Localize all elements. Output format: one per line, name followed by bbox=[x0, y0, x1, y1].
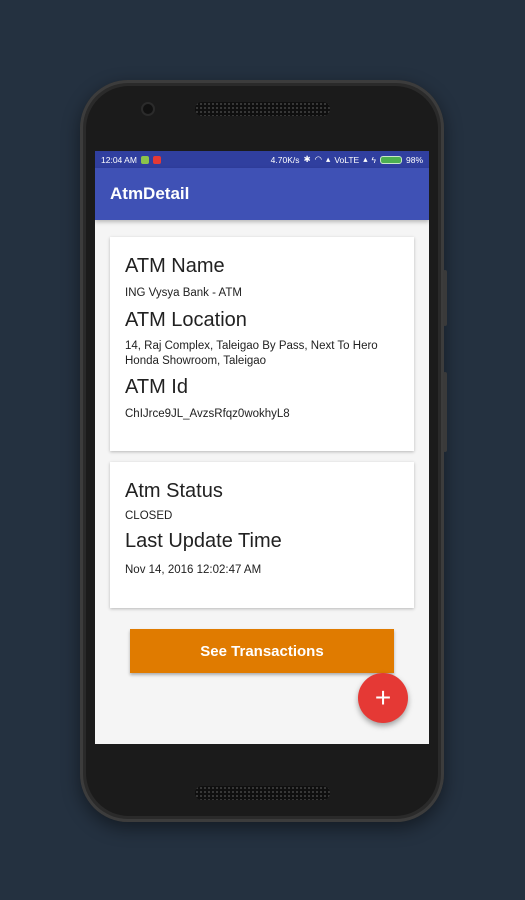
atm-status-value: CLOSED bbox=[125, 510, 173, 522]
earpiece-speaker bbox=[195, 102, 330, 116]
atm-name-heading: ATM Name bbox=[125, 255, 225, 277]
status-battery: 98% bbox=[405, 154, 423, 165]
power-button bbox=[443, 270, 447, 326]
charging-icon: ϟ bbox=[371, 154, 376, 165]
atm-location-heading: ATM Location bbox=[125, 309, 247, 331]
signal-2-icon: ▴ bbox=[363, 154, 368, 164]
app-title: AtmDetail bbox=[110, 184, 190, 203]
wifi-icon: ◠ bbox=[314, 154, 323, 164]
atm-status-heading: Atm Status bbox=[125, 480, 223, 502]
notification-battery-icon bbox=[140, 155, 149, 164]
atm-id-heading: ATM Id bbox=[125, 376, 188, 398]
notification-youtube-icon bbox=[152, 155, 161, 164]
atm-id-value: ChIJrce9JL_AvzsRfqz0wokhyL8 bbox=[125, 408, 290, 420]
phone-screen: 12:04 AM 4.70K/s ✱ ◠ ▴ VoLTE ▴ ϟ 98% Atm… bbox=[95, 151, 429, 744]
volume-button bbox=[443, 372, 447, 452]
app-bar: AtmDetail bbox=[95, 168, 429, 220]
bluetooth-icon: ✱ bbox=[303, 154, 311, 164]
plus-icon: + bbox=[374, 682, 392, 713]
atm-status-card: Atm Status CLOSED Last Update Time Nov 1… bbox=[110, 462, 414, 608]
add-fab-button[interactable]: + bbox=[358, 673, 408, 723]
battery-icon bbox=[379, 155, 402, 164]
last-update-value: Nov 14, 2016 12:02:47 AM bbox=[125, 564, 262, 576]
atm-location-value: 14, Raj Complex, Taleigao By Pass, Next … bbox=[125, 340, 378, 367]
signal-icon: ▴ bbox=[326, 154, 331, 164]
front-camera bbox=[143, 104, 153, 114]
status-time: 12:04 AM bbox=[101, 154, 137, 165]
status-speed: 4.70K/s bbox=[270, 154, 300, 165]
status-network: VoLTE bbox=[334, 154, 360, 165]
atm-info-card: ATM Name ING Vysya Bank - ATM ATM Locati… bbox=[110, 237, 414, 451]
see-transactions-button[interactable]: See Transactions bbox=[130, 629, 394, 673]
bottom-speaker bbox=[195, 786, 330, 800]
atm-name-value: ING Vysya Bank - ATM bbox=[125, 287, 242, 299]
status-bar: 12:04 AM 4.70K/s ✱ ◠ ▴ VoLTE ▴ ϟ 98% bbox=[95, 151, 429, 168]
last-update-heading: Last Update Time bbox=[125, 530, 282, 552]
